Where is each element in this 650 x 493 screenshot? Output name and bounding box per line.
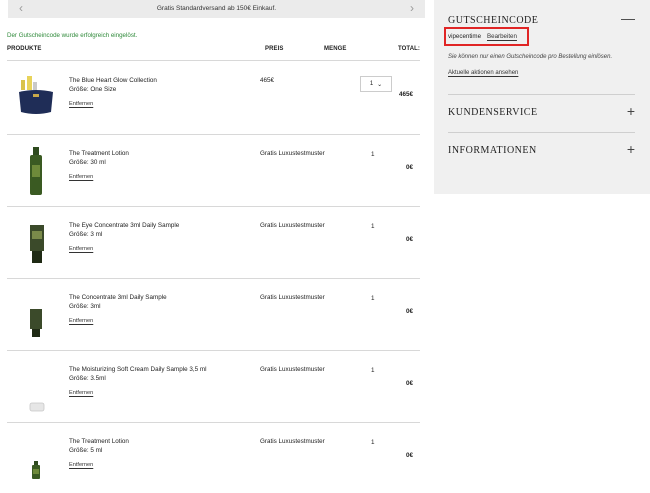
header-products: PRODUKTE	[7, 46, 42, 52]
cart-item: The Eye Concentrate 3ml Daily Sample Grö…	[7, 207, 420, 279]
plus-icon[interactable]: +	[627, 104, 635, 118]
quantity-value: 1	[371, 151, 375, 158]
quantity-select[interactable]: 1 ⌄	[360, 76, 392, 92]
remove-link[interactable]: Entfernen	[69, 318, 93, 324]
quantity-value: 1	[371, 295, 375, 302]
product-price: Gratis Luxustestmuster	[260, 438, 325, 445]
promo-banner: ‹ Gratis Standardversand ab 150€ Einkauf…	[8, 0, 425, 18]
customer-service-title[interactable]: KUNDENSERVICE	[448, 107, 538, 118]
product-size: Größe: 3.5ml	[69, 375, 106, 382]
coupon-section-title[interactable]: GUTSCHEINCODE	[448, 15, 538, 26]
information-title[interactable]: INFORMATIONEN	[448, 145, 537, 156]
blue-heart-collection-image	[19, 76, 53, 114]
product-size: Größe: One Size	[69, 86, 117, 93]
product-size: Größe: 5 ml	[69, 447, 103, 454]
line-total: 0€	[405, 236, 413, 243]
quantity-value: 1	[371, 223, 375, 230]
line-total: 0€	[405, 164, 413, 171]
concentrate-tube-image	[30, 309, 42, 337]
cart-item: The Moisturizing Soft Cream Daily Sample…	[7, 351, 420, 423]
product-size: Größe: 3 ml	[69, 231, 103, 238]
cart-item: The Treatment Lotion Größe: 30 ml Entfer…	[7, 135, 420, 207]
quantity-value: 1	[371, 367, 375, 374]
current-promotions-link[interactable]: Aktuelle aktionen ansehen	[448, 70, 518, 76]
cart-item: The Treatment Lotion Größe: 5 ml Entfern…	[7, 423, 420, 493]
remove-link[interactable]: Entfernen	[69, 101, 93, 107]
coupon-note: Sie können nur einen Gutscheincode pro B…	[448, 54, 613, 60]
header-quantity: MENGE	[324, 46, 347, 52]
cart-item: The Blue Heart Glow Collection Größe: On…	[7, 62, 420, 134]
order-sidebar: GUTSCHEINCODE — vipecentime Bearbeiten S…	[434, 0, 650, 194]
eye-concentrate-tube-image	[30, 225, 44, 263]
quantity-value: 1	[369, 81, 374, 87]
line-total: 465€	[398, 91, 413, 98]
cart-item: The Concentrate 3ml Daily Sample Größe: …	[7, 279, 420, 351]
remove-link[interactable]: Entfernen	[69, 246, 93, 252]
product-name[interactable]: The Treatment Lotion	[69, 150, 129, 157]
product-price: Gratis Luxustestmuster	[260, 366, 325, 373]
line-total: 0€	[405, 308, 413, 315]
promo-text: Gratis Standardversand ab 150€ Einkauf.	[156, 5, 277, 12]
remove-link[interactable]: Entfernen	[69, 462, 93, 468]
product-price: Gratis Luxustestmuster	[260, 150, 325, 157]
chevron-down-icon: ⌄	[377, 81, 383, 88]
divider	[7, 60, 420, 61]
divider	[448, 94, 635, 95]
soft-cream-jar-image	[29, 402, 45, 412]
divider	[448, 132, 635, 133]
product-price: Gratis Luxustestmuster	[260, 222, 325, 229]
treatment-lotion-small-image	[32, 461, 40, 479]
plus-icon[interactable]: +	[627, 142, 635, 156]
product-size: Größe: 3ml	[69, 303, 101, 310]
header-total: TOTAL:	[397, 46, 420, 52]
product-name[interactable]: The Eye Concentrate 3ml Daily Sample	[69, 222, 179, 229]
coupon-success-message: Der Gutscheincode wurde erfolgreich eing…	[7, 32, 138, 39]
line-total: 0€	[405, 380, 413, 387]
quantity-value: 1	[371, 439, 375, 446]
coupon-code: vipecentime	[448, 33, 482, 40]
header-price: PREIS	[265, 46, 284, 52]
line-total: 0€	[405, 452, 413, 459]
treatment-lotion-bottle-image	[30, 147, 42, 195]
chevron-right-icon[interactable]: ›	[410, 1, 414, 15]
cart-table-header: PRODUKTE PREIS MENGE TOTAL:	[7, 46, 420, 58]
edit-coupon-link[interactable]: Bearbeiten	[487, 33, 517, 40]
minus-icon[interactable]: —	[621, 11, 635, 25]
product-name[interactable]: The Concentrate 3ml Daily Sample	[69, 294, 167, 301]
product-size: Größe: 30 ml	[69, 159, 106, 166]
product-price: 465€	[260, 77, 275, 84]
remove-link[interactable]: Entfernen	[69, 174, 93, 180]
remove-link[interactable]: Entfernen	[69, 390, 93, 396]
product-name[interactable]: The Blue Heart Glow Collection	[69, 77, 157, 84]
product-name[interactable]: The Moisturizing Soft Cream Daily Sample…	[69, 366, 207, 373]
product-name[interactable]: The Treatment Lotion	[69, 438, 129, 445]
product-price: Gratis Luxustestmuster	[260, 294, 325, 301]
